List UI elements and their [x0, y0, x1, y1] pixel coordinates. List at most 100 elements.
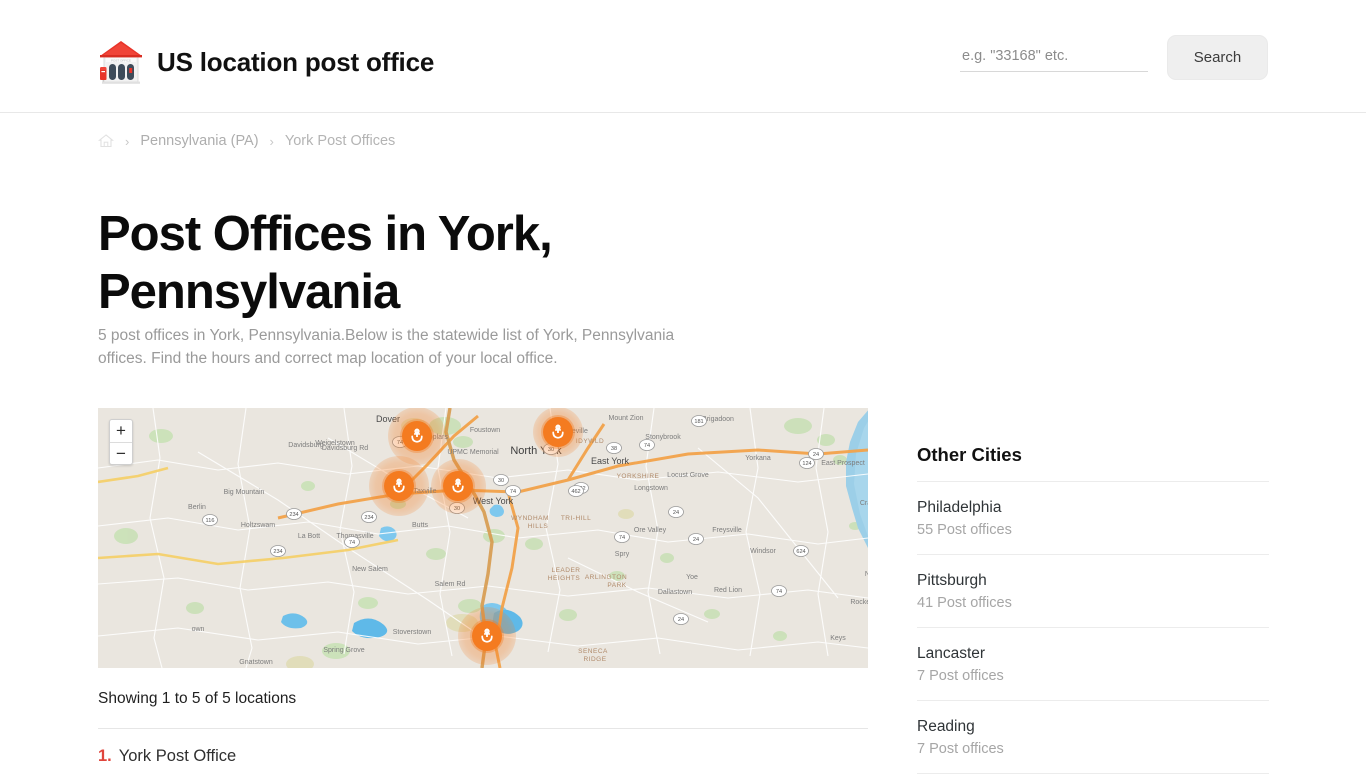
svg-text:30: 30: [498, 478, 504, 484]
map-label: East Prospect: [821, 460, 865, 467]
map-route-shield: 30: [493, 474, 509, 486]
map-zoom-in-button[interactable]: +: [110, 420, 132, 443]
post-office-logo-icon: POST OFFICE: [98, 38, 144, 86]
svg-text:116: 116: [206, 518, 215, 524]
map-label: Brigadoon: [702, 416, 734, 423]
map-label: Spry: [615, 551, 630, 558]
map-label: Yorkana: [745, 455, 771, 462]
svg-text:74: 74: [776, 589, 782, 595]
home-icon[interactable]: [97, 133, 115, 149]
map-label: Craley: [860, 500, 868, 507]
map-label: TRI-HILL: [561, 515, 591, 522]
sidebar-item-pittsburgh[interactable]: Pittsburgh 41 Post offices: [917, 554, 1269, 627]
svg-text:POST OFFICE: POST OFFICE: [111, 58, 131, 62]
map-label: Freysville: [712, 527, 742, 534]
map-route-shield: 462: [568, 485, 584, 497]
post-office-marker-icon: [411, 428, 423, 443]
breadcrumb: › Pennsylvania (PA) › York Post Offices: [97, 133, 395, 149]
svg-text:124: 124: [802, 461, 811, 467]
map-route-shield: 38: [606, 442, 622, 454]
sidebar-title: Other Cities: [917, 444, 1022, 465]
svg-text:624: 624: [796, 549, 805, 555]
svg-text:181: 181: [694, 419, 703, 425]
site-title: US location post office: [157, 46, 435, 77]
office-item-number: 1.: [98, 747, 112, 765]
breadcrumb-item-state[interactable]: Pennsylvania (PA): [140, 133, 258, 149]
svg-text:234: 234: [273, 549, 282, 555]
map-label: Windsor: [750, 548, 776, 555]
map-label: Spring Grove: [323, 647, 364, 654]
post-office-marker-icon: [552, 424, 564, 439]
map-label: Salem Rd: [435, 581, 466, 588]
office-list-item-1[interactable]: 1. York Post Office: [98, 747, 236, 766]
sidebar-item-lancaster[interactable]: Lancaster 7 Post offices: [917, 627, 1269, 700]
map-label: Dallastown: [658, 589, 692, 596]
map-label: WYNDHAM: [511, 515, 549, 522]
svg-text:24: 24: [678, 617, 684, 623]
svg-text:74: 74: [644, 443, 650, 449]
map-marker-2[interactable]: [543, 417, 573, 447]
svg-text:24: 24: [693, 537, 699, 543]
map-route-shield: 234: [361, 511, 377, 523]
city-count: 7 Post offices: [917, 668, 1004, 684]
map-route-shield: 181: [691, 415, 707, 427]
sidebar-item-philadelphia[interactable]: Philadelphia 55 Post offices: [917, 481, 1269, 554]
map-label: Butts: [412, 522, 428, 529]
site-header: POST OFFICE US location post office Sear…: [0, 0, 1366, 113]
brand[interactable]: POST OFFICE US location post office: [98, 38, 434, 86]
map-label: LEADER: [551, 567, 580, 574]
map-label: Berlin: [188, 504, 206, 511]
map-marker-5[interactable]: [472, 621, 502, 651]
breadcrumb-separator-2: ›: [269, 133, 274, 149]
map-label: own: [192, 626, 205, 633]
map-zoom-controls[interactable]: + −: [109, 419, 133, 465]
map-route-shield: 24: [688, 533, 704, 545]
map-label: ARLINGTON: [585, 574, 627, 581]
svg-text:462: 462: [571, 489, 580, 495]
map-route-shield: 30: [449, 502, 465, 514]
map-label: Taxville: [414, 488, 437, 495]
map-label: Mount Zion: [608, 415, 643, 422]
post-office-marker-icon: [393, 478, 405, 493]
office-item-name[interactable]: York Post Office: [119, 747, 236, 766]
map-marker-3[interactable]: [384, 471, 414, 501]
svg-text:234: 234: [289, 512, 298, 518]
map-route-shield: 624: [793, 545, 809, 557]
svg-text:30: 30: [454, 506, 460, 512]
search-input[interactable]: [960, 44, 1148, 72]
map-marker-4[interactable]: [443, 471, 473, 501]
map-label: SENECA: [578, 648, 608, 655]
location-map[interactable]: DoverMount ZionBrigadoonPleasurevilleWei…: [98, 408, 868, 668]
map-label: Davidsburg: [288, 442, 324, 449]
map-label: Davidsburg Rd: [322, 445, 368, 452]
results-count: Showing 1 to 5 of 5 locations: [98, 690, 297, 707]
city-name: Lancaster: [917, 645, 986, 662]
map-label: HILLS: [528, 523, 549, 530]
map-label: HEIGHTS: [548, 575, 581, 582]
map-label: Holtzswam: [241, 522, 275, 529]
map-label: Big Mountain: [224, 489, 265, 496]
map-label: Foustown: [470, 427, 500, 434]
map-zoom-out-button[interactable]: −: [110, 443, 132, 466]
map-label: Yoe: [686, 574, 698, 581]
city-name: Pittsburgh: [917, 572, 987, 589]
map-label: Stoverstown: [393, 629, 432, 636]
map-route-shield: 116: [202, 514, 218, 526]
svg-text:24: 24: [673, 510, 679, 516]
map-label: Dover: [376, 414, 400, 424]
map-label: West York: [473, 496, 514, 506]
city-count: 7 Post offices: [917, 741, 1004, 757]
map-label: Longstown: [634, 485, 668, 492]
map-route-shield: 74: [771, 585, 787, 597]
city-name: Philadelphia: [917, 499, 1002, 516]
sidebar-item-reading[interactable]: Reading 7 Post offices: [917, 700, 1269, 773]
map-label: Rockey: [850, 599, 868, 606]
map-label: Red Lion: [714, 587, 742, 594]
search-button[interactable]: Search: [1167, 35, 1268, 80]
map-label: RIDGE: [583, 656, 606, 663]
map-route-shield: 74: [344, 536, 360, 548]
map-marker-1[interactable]: [402, 421, 432, 451]
map-label: New Bridgeville: [865, 571, 868, 578]
map-route-shield: 74: [639, 439, 655, 451]
search-container: [960, 44, 1148, 72]
